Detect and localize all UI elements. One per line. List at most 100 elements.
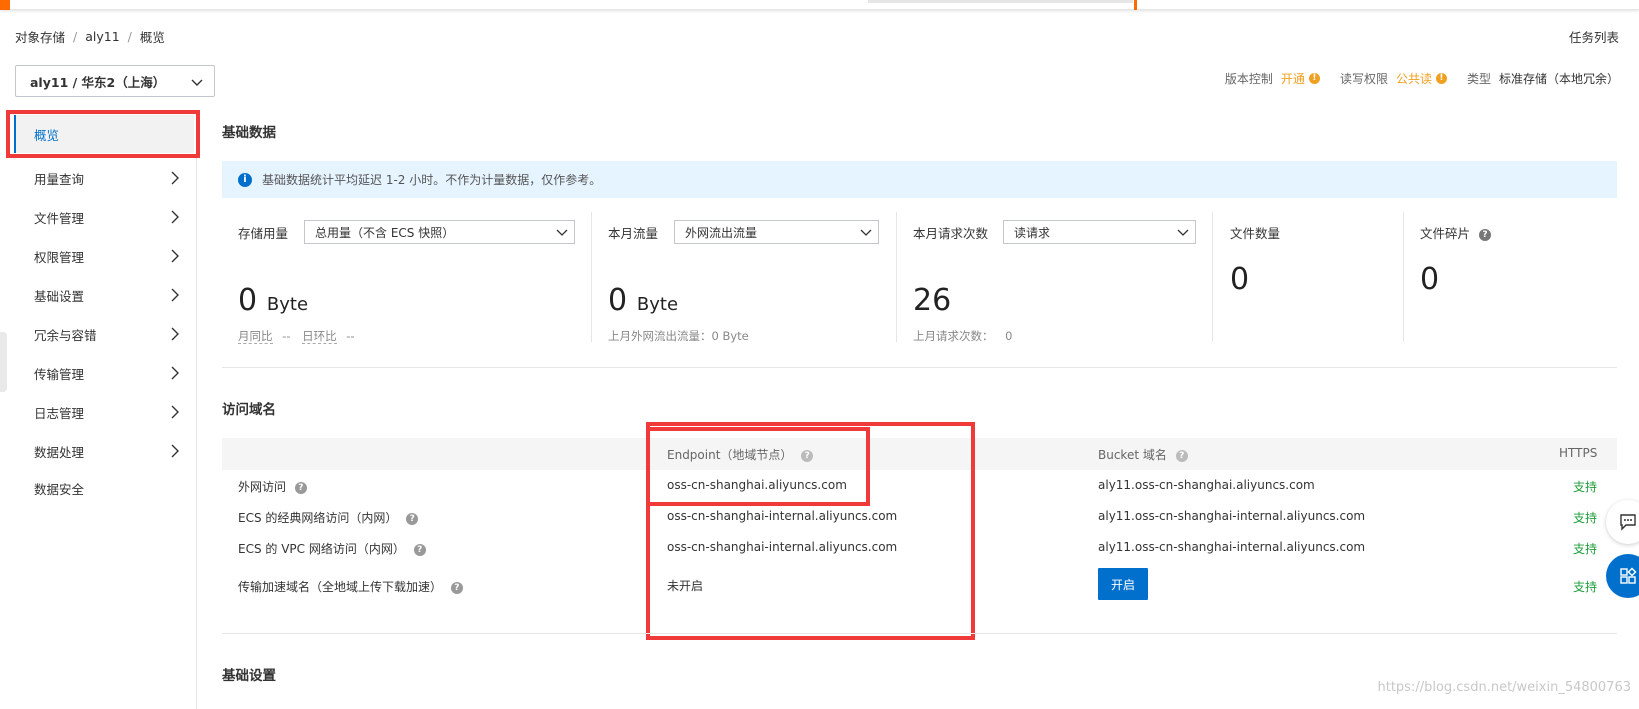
sidebar-item-permissions[interactable]: 权限管理 <box>14 237 194 275</box>
storage-unit: Byte <box>266 294 309 315</box>
sidebar-item-label: 冗余与容错 <box>34 327 97 343</box>
row-name: 传输加速域名（全地域上传下载加速） <box>238 580 443 594</box>
table-row-public-name: 外网访问 ? <box>238 478 307 495</box>
chevron-down-icon <box>860 229 872 236</box>
chevron-down-icon <box>556 229 568 236</box>
row-name: ECS 的经典网络访问（内网） <box>238 511 398 525</box>
row-name: 外网访问 <box>238 480 287 494</box>
chevron-right-icon <box>171 288 179 302</box>
sidebar-item-label: 数据处理 <box>34 444 85 460</box>
acl-label: 读写权限 <box>1339 72 1388 86</box>
breadcrumb-item-overview: 概览 <box>139 29 165 45</box>
top-search-bar[interactable] <box>868 0 1133 3</box>
breadcrumb-separator: / <box>73 28 78 44</box>
bucket-select-value: aly11 / 华东2（上海） <box>30 74 166 90</box>
row-https-support: 支持 <box>1573 480 1598 494</box>
warning-icon: ! <box>1308 73 1320 84</box>
help-icon[interactable]: ? <box>413 543 426 556</box>
chevron-right-icon <box>171 444 179 458</box>
section-title-access-domains: 访问域名 <box>222 402 276 418</box>
task-list-link[interactable]: 任务列表 <box>1569 27 1619 46</box>
help-icon[interactable]: ? <box>450 581 463 594</box>
row-https-support: 支持 <box>1573 511 1598 525</box>
sidebar-item-label: 文件管理 <box>34 210 85 226</box>
bucket-header-text: Bucket 域名 <box>1098 448 1167 462</box>
file-fragments-label-text: 文件碎片 <box>1420 226 1471 241</box>
chevron-right-icon <box>171 366 179 380</box>
storage-usage-select[interactable]: 总用量（不含 ECS 快照） <box>304 220 575 244</box>
sidebar-item-label: 数据安全 <box>34 481 85 497</box>
info-notice: i 基础数据统计平均延迟 1-2 小时。不作为计量数据，仅作参考。 <box>222 161 1617 198</box>
sidebar-item-data-processing[interactable]: 数据处理 <box>14 432 194 470</box>
storage-usage-value: 0 Byte <box>238 283 308 318</box>
apps-button[interactable] <box>1606 554 1639 598</box>
sidebar-collapse-handle[interactable] <box>0 332 7 392</box>
chevron-right-icon <box>171 171 179 185</box>
help-icon[interactable]: ? <box>1479 228 1491 241</box>
storage-value: 0 <box>238 283 258 318</box>
sidebar-item-logs[interactable]: 日志管理 <box>14 393 194 431</box>
chevron-down-icon <box>191 79 203 86</box>
sidebar-item-label: 日志管理 <box>34 405 85 421</box>
row-bucket-domain: aly11.oss-cn-shanghai-internal.aliyuncs.… <box>1098 540 1366 554</box>
sidebar-item-files[interactable]: 文件管理 <box>14 198 194 236</box>
card-divider <box>591 212 592 342</box>
sidebar-item-label: 基础设置 <box>34 288 85 304</box>
sidebar-item-basic-settings[interactable]: 基础设置 <box>14 276 194 314</box>
table-row-vpc-name: ECS 的 VPC 网络访问（内网） ? <box>238 540 426 557</box>
acl-value[interactable]: 公共读 <box>1396 70 1432 87</box>
version-control-value[interactable]: 开通 <box>1281 70 1305 87</box>
breadcrumb-item-bucket[interactable]: aly11 <box>85 29 119 44</box>
chevron-right-icon <box>171 210 179 224</box>
file-count-value: 0 <box>1230 262 1250 297</box>
dod-value: -- <box>346 329 355 343</box>
mom-value: -- <box>282 329 291 343</box>
apps-icon <box>1620 567 1637 584</box>
requests-label: 本月请求次数 <box>913 226 989 241</box>
storage-select-value: 总用量（不含 ECS 快照） <box>315 225 455 240</box>
requests-select-value: 读请求 <box>1014 225 1051 240</box>
breadcrumb-separator: / <box>127 28 132 44</box>
traffic-label: 本月流量 <box>608 226 659 241</box>
chevron-right-icon <box>171 249 179 263</box>
sidebar-item-label: 传输管理 <box>34 366 85 382</box>
traffic-select[interactable]: 外网流出流量 <box>674 220 879 244</box>
card-divider <box>896 212 897 342</box>
help-icon[interactable]: ? <box>294 481 307 494</box>
card-divider <box>1403 212 1404 342</box>
feedback-button[interactable] <box>1606 500 1639 544</box>
top-accent-marker <box>1134 0 1137 10</box>
info-icon: i <box>238 172 252 187</box>
chevron-right-icon <box>171 327 179 341</box>
bucket-region-select[interactable]: aly11 / 华东2（上海） <box>15 65 215 97</box>
help-icon[interactable]: ? <box>1175 449 1188 462</box>
row-name: ECS 的 VPC 网络访问（内网） <box>238 542 405 556</box>
column-header-bucket-domain: Bucket 域名 ? <box>1098 446 1188 463</box>
row-https-support: 支持 <box>1573 580 1598 594</box>
chat-icon <box>1620 514 1636 531</box>
help-icon[interactable]: ? <box>406 512 419 525</box>
row-bucket-domain: aly11.oss-cn-shanghai-internal.aliyuncs.… <box>1098 509 1366 523</box>
sidebar-item-data-security[interactable]: 数据安全 <box>14 469 194 507</box>
sidebar-item-usage[interactable]: 用量查询 <box>14 159 194 197</box>
requests-select[interactable]: 读请求 <box>1003 220 1196 244</box>
row-https-support: 支持 <box>1573 542 1598 556</box>
sidebar-item-label: 权限管理 <box>34 249 85 265</box>
traffic-value-group: 0 Byte <box>608 283 678 318</box>
notice-text: 基础数据统计平均延迟 1-2 小时。不作为计量数据，仅作参考。 <box>262 173 602 187</box>
sidebar-item-transfer[interactable]: 传输管理 <box>14 354 194 392</box>
row-bucket-domain: aly11.oss-cn-shanghai.aliyuncs.com <box>1098 478 1315 492</box>
column-header-https: HTTPS <box>1559 446 1598 460</box>
section-title-basic-settings: 基础设置 <box>222 668 276 684</box>
table-row-acceleration-name: 传输加速域名（全地域上传下载加速） ? <box>238 578 463 595</box>
enable-acceleration-button[interactable]: 开启 <box>1098 568 1148 600</box>
section-title-basic-data: 基础数据 <box>222 125 276 141</box>
chevron-right-icon <box>171 405 179 419</box>
sidebar-divider <box>196 110 197 709</box>
requests-last-month-label: 上月请求次数： <box>913 329 994 343</box>
breadcrumb-item-oss[interactable]: 对象存储 <box>15 27 65 46</box>
sidebar-item-redundancy[interactable]: 冗余与容错 <box>14 315 194 353</box>
traffic-last-month: 上月外网流出流量：0 Byte <box>608 329 749 343</box>
file-fragments-value: 0 <box>1420 262 1440 297</box>
chevron-down-icon <box>1177 229 1189 236</box>
